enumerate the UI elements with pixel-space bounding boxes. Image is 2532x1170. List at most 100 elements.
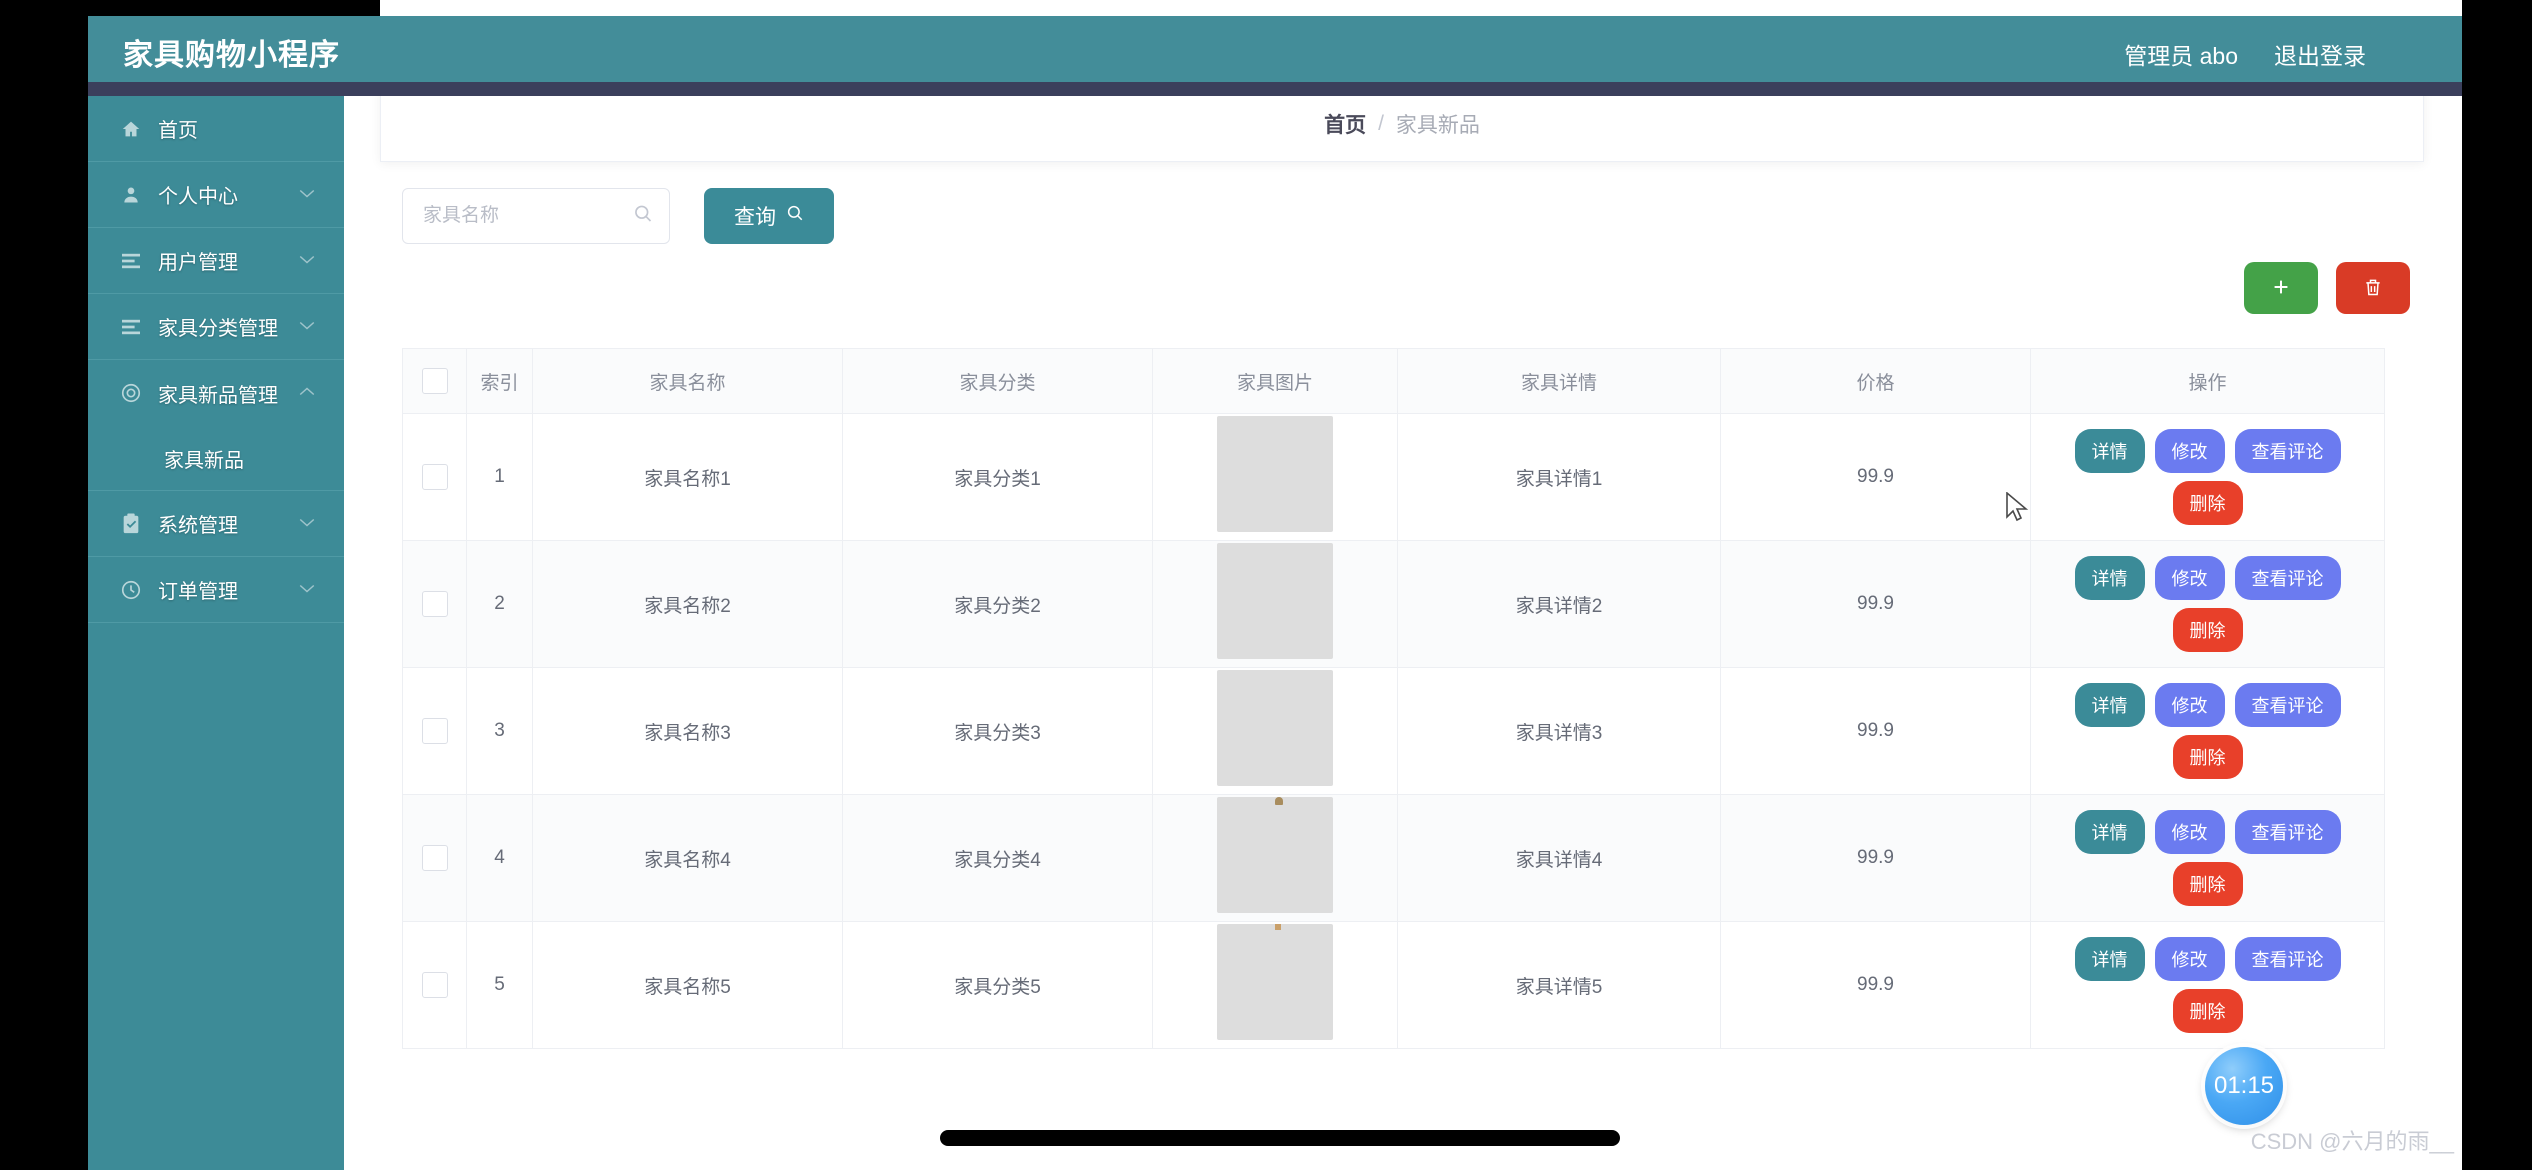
- search-bar: 查询: [402, 188, 834, 244]
- delete-selected-button[interactable]: [2336, 262, 2410, 314]
- sidebar-item-new-product-management[interactable]: 家具新品管理: [88, 360, 344, 426]
- add-button[interactable]: [2244, 262, 2318, 314]
- select-all-checkbox[interactable]: [421, 368, 448, 394]
- sidebar-item-home[interactable]: 首页: [88, 96, 344, 162]
- table-row: 3 家具名称3 家具分类3 家具详情3 99.9 详情 修改 查看评论 删除: [402, 667, 2385, 795]
- plus-icon: [2270, 276, 2292, 301]
- sidebar-item-category-management[interactable]: 家具分类管理: [88, 294, 344, 360]
- edit-button[interactable]: 修改: [2154, 429, 2225, 473]
- search-input-wrapper[interactable]: [402, 188, 670, 244]
- column-header-index: 索引: [466, 348, 533, 414]
- row-checkbox[interactable]: [421, 972, 448, 998]
- row-action-group: 详情 修改 查看评论 删除: [2032, 415, 2383, 539]
- detail-button[interactable]: 详情: [2074, 937, 2145, 981]
- letterbox-right: [2462, 0, 2532, 1170]
- breadcrumb-current: 家具新品: [1395, 113, 1480, 137]
- furniture-thumbnail[interactable]: [1217, 924, 1333, 1040]
- sidebar-subitem-new-products[interactable]: 家具新品: [88, 426, 344, 490]
- list-icon: [118, 318, 144, 336]
- row-checkbox[interactable]: [421, 464, 448, 490]
- table-row: 5 家具名称5 家具分类5 家具详情5 99.9 详情 修改 查看评论 删除: [402, 921, 2385, 1049]
- cell-category: 家具分类4: [842, 794, 1153, 922]
- view-comments-button[interactable]: 查看评论: [2234, 683, 2341, 727]
- cell-category: 家具分类3: [842, 667, 1153, 795]
- row-action-group: 详情 修改 查看评论 删除: [2032, 669, 2383, 793]
- row-checkbox[interactable]: [421, 718, 448, 744]
- cell-actions: 详情 修改 查看评论 删除: [2030, 921, 2385, 1049]
- cell-category: 家具分类5: [842, 921, 1153, 1049]
- cell-name: 家具名称4: [532, 794, 843, 922]
- view-comments-button[interactable]: 查看评论: [2234, 429, 2341, 473]
- edit-button[interactable]: 修改: [2154, 937, 2225, 981]
- sidebar-item-label: 系统管理: [158, 515, 238, 537]
- search-input[interactable]: [421, 204, 625, 228]
- sidebar-item-label: 个人中心: [158, 186, 238, 208]
- furniture-thumbnail[interactable]: [1217, 416, 1333, 532]
- table-row: 2 家具名称2 家具分类2 家具详情2 99.9 详情 修改 查看评论 删除: [402, 540, 2385, 668]
- detail-button[interactable]: 详情: [2074, 556, 2145, 600]
- edit-button[interactable]: 修改: [2154, 810, 2225, 854]
- cell-index: 4: [466, 794, 533, 922]
- cell-price: 99.9: [1720, 667, 2031, 795]
- cell-name: 家具名称3: [532, 667, 843, 795]
- sidebar-item-system-management[interactable]: 系统管理: [88, 491, 344, 557]
- column-header-category: 家具分类: [842, 348, 1153, 414]
- furniture-thumbnail[interactable]: [1217, 670, 1333, 786]
- cell-category: 家具分类1: [842, 413, 1153, 541]
- row-checkbox[interactable]: [421, 591, 448, 617]
- view-comments-button[interactable]: 查看评论: [2234, 810, 2341, 854]
- sidebar-subitem-label: 家具新品: [164, 449, 244, 472]
- column-header-detail: 家具详情: [1397, 348, 1721, 414]
- cell-detail: 家具详情1: [1397, 413, 1721, 541]
- circle-target-icon: [118, 382, 144, 404]
- view-comments-button[interactable]: 查看评论: [2234, 556, 2341, 600]
- cell-image: [1152, 540, 1398, 668]
- clock-icon: [118, 579, 144, 601]
- timer-badge[interactable]: 01:15: [2205, 1047, 2283, 1125]
- search-icon: [633, 204, 653, 229]
- sidebar-nav: 首页 个人中心 用户管理 家具分类管理 家具新品管理 家具新品 系统管理 订单管…: [88, 96, 344, 1170]
- cell-actions: 详情 修改 查看评论 删除: [2030, 794, 2385, 922]
- chevron-down-icon: [298, 186, 316, 203]
- delete-button[interactable]: 删除: [2172, 989, 2243, 1033]
- edit-button[interactable]: 修改: [2154, 683, 2225, 727]
- cell-detail: 家具详情2: [1397, 540, 1721, 668]
- chevron-down-icon: [298, 581, 316, 598]
- detail-button[interactable]: 详情: [2074, 810, 2145, 854]
- chevron-down-icon: [298, 252, 316, 269]
- cell-image: [1152, 794, 1398, 922]
- table-header-row: 索引 家具名称 家具分类 家具图片 家具详情 价格 操作: [402, 348, 2385, 414]
- cell-index: 1: [466, 413, 533, 541]
- sidebar-item-user-management[interactable]: 用户管理: [88, 228, 344, 294]
- detail-button[interactable]: 详情: [2074, 429, 2145, 473]
- row-checkbox[interactable]: [421, 845, 448, 871]
- row-select-cell: [402, 921, 467, 1049]
- breadcrumb-home[interactable]: 首页: [1324, 109, 1366, 139]
- cell-category: 家具分类2: [842, 540, 1153, 668]
- delete-button[interactable]: 删除: [2172, 481, 2243, 525]
- delete-button[interactable]: 删除: [2172, 608, 2243, 652]
- view-comments-button[interactable]: 查看评论: [2234, 937, 2341, 981]
- search-button[interactable]: 查询: [704, 188, 834, 244]
- row-action-group: 详情 修改 查看评论 删除: [2032, 542, 2383, 666]
- home-icon: [118, 118, 144, 140]
- search-button-label: 查询: [734, 206, 776, 229]
- delete-button[interactable]: 删除: [2172, 862, 2243, 906]
- clipboard-check-icon: [118, 512, 144, 535]
- cell-detail: 家具详情5: [1397, 921, 1721, 1049]
- cell-price: 99.9: [1720, 540, 2031, 668]
- horizontal-scrollbar[interactable]: [940, 1130, 1620, 1146]
- furniture-thumbnail[interactable]: [1217, 543, 1333, 659]
- cell-price: 99.9: [1720, 794, 2031, 922]
- sidebar-item-profile[interactable]: 个人中心: [88, 162, 344, 228]
- edit-button[interactable]: 修改: [2154, 556, 2225, 600]
- detail-button[interactable]: 详情: [2074, 683, 2145, 727]
- delete-button[interactable]: 删除: [2172, 735, 2243, 779]
- row-select-cell: [402, 794, 467, 922]
- sidebar-group-new-products: 家具新品管理 家具新品: [88, 360, 344, 491]
- furniture-thumbnail[interactable]: [1217, 797, 1333, 913]
- app-screen: 家具购物小程序 管理员 abo 退出登录 首页 个人中心 用户管理 家具分类管理…: [0, 0, 2532, 1170]
- column-header-image: 家具图片: [1152, 348, 1398, 414]
- header-bottom-strip: [88, 82, 2462, 96]
- sidebar-item-order-management[interactable]: 订单管理: [88, 557, 344, 623]
